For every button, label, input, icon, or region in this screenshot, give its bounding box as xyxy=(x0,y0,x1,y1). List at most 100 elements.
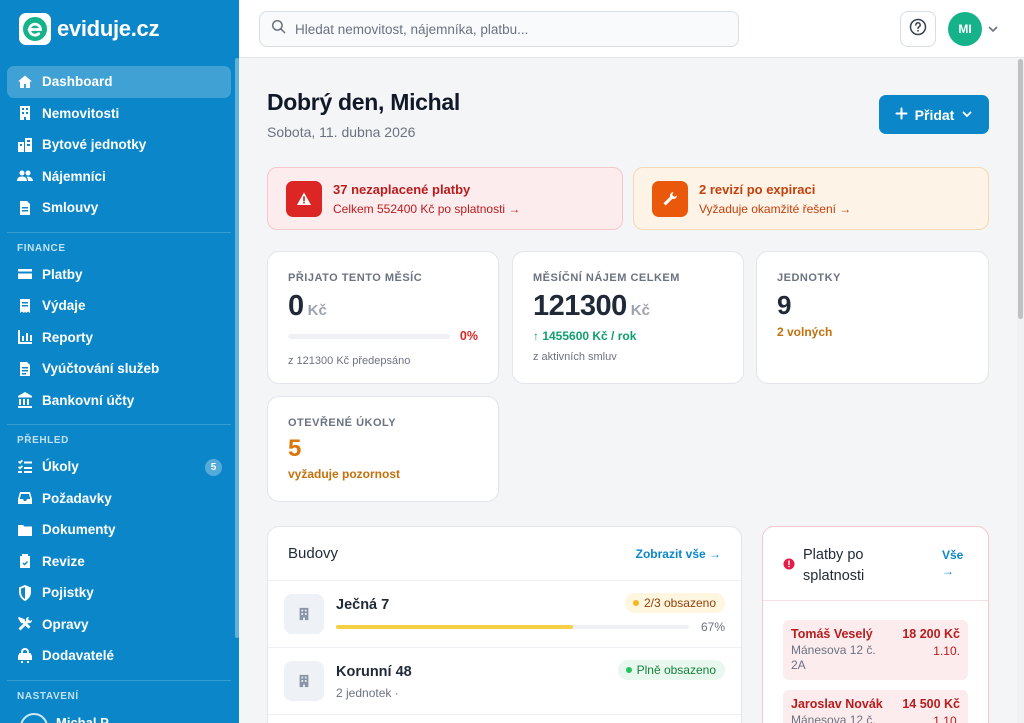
stat-label: PŘIJATO TENTO MĚSÍC xyxy=(288,272,423,284)
apartment-icon xyxy=(16,136,33,153)
stat-value: 5 xyxy=(288,435,301,462)
sidebar-item-bankovni-ucty[interactable]: Bankovní účty xyxy=(7,385,231,417)
sidebar-item-pozadavky[interactable]: Požadavky xyxy=(7,483,231,515)
tasks-count-badge: 5 xyxy=(205,459,222,476)
sidebar-item-label: Dokumenty xyxy=(42,522,116,538)
tasks-note: vyžaduje pozornost xyxy=(288,467,401,481)
unpaid-payments-alert[interactable]: 37 nezaplacené platby Celkem 552400 Kč p… xyxy=(267,167,623,230)
invoice-icon xyxy=(16,360,33,377)
building-row[interactable]: Ječná 7 2/3 obsazeno 67% xyxy=(268,581,741,648)
sidebar-nav: Dashboard Nemovitosti Bytové jednotky Ná… xyxy=(0,58,239,707)
view-all-link[interactable]: Vše → xyxy=(942,547,968,579)
overdue-payment-item[interactable]: Jaroslav Novák Mánesova 12 č. 14 500 Kč … xyxy=(783,690,968,723)
sidebar-user-avatar[interactable] xyxy=(20,713,48,723)
stat-units: JEDNOTKY 9 2 volných xyxy=(756,251,989,384)
brand-logo[interactable]: eviduje.cz xyxy=(0,0,239,58)
sidebar-item-label: Reporty xyxy=(42,329,94,345)
sidebar-item-vydaje[interactable]: Výdaje xyxy=(7,290,231,322)
sidebar-item-dodavatele[interactable]: Dodavatelé xyxy=(7,640,231,672)
sidebar-item-label: Výdaje xyxy=(42,298,86,314)
bank-icon xyxy=(16,392,33,409)
building-name: Ječná 7 xyxy=(336,597,390,613)
warning-icon xyxy=(286,180,322,217)
tenant-address: Mánesova 12 č. 2A xyxy=(791,643,876,672)
truck-icon xyxy=(16,647,33,664)
sidebar-item-platby[interactable]: Platby xyxy=(7,259,231,291)
nav-section-prehled: PŘEHLED xyxy=(7,424,231,451)
sidebar-item-ukoly[interactable]: Úkoly 5 xyxy=(7,451,231,483)
scrollbar-thumb[interactable] xyxy=(1018,59,1023,319)
user-avatar[interactable]: MI xyxy=(948,12,982,46)
sidebar-item-label: Úkoly xyxy=(42,459,79,475)
chevron-down-icon[interactable] xyxy=(987,22,999,40)
add-button[interactable]: Přidat xyxy=(879,95,989,134)
dashboard-main: Dobrý den, Michal Sobota, 11. dubna 2026… xyxy=(239,59,1017,723)
question-icon xyxy=(909,18,927,41)
wrench-icon xyxy=(652,180,688,217)
sidebar-item-label: Platby xyxy=(42,266,83,282)
sidebar-item-revize[interactable]: Revize xyxy=(7,546,231,578)
expired-revisions-alert[interactable]: 2 revizí po expiraci Vyžaduje okamžité ř… xyxy=(633,167,989,230)
sidebar-item-label: Nájemníci xyxy=(42,168,106,184)
search-input[interactable] xyxy=(295,21,715,37)
occupancy-fill xyxy=(336,625,573,629)
home-icon xyxy=(16,73,33,90)
chart-icon xyxy=(16,329,33,346)
sidebar-item-label: Smlouvy xyxy=(42,200,99,216)
stat-value: 0 Kč xyxy=(288,290,327,322)
sidebar-item-bytove-jednotky[interactable]: Bytové jednotky xyxy=(7,129,231,161)
sidebar-item-smlouvy[interactable]: Smlouvy xyxy=(7,192,231,224)
sidebar-item-label: Revize xyxy=(42,553,85,569)
alert-link[interactable]: Celkem 552400 Kč po splatnosti → xyxy=(333,202,520,216)
search-box[interactable] xyxy=(259,11,739,47)
sidebar-item-nemovitosti[interactable]: Nemovitosti xyxy=(7,98,231,130)
sidebar-item-label: Pojistky xyxy=(42,585,94,601)
sidebar-item-label: Opravy xyxy=(42,616,89,632)
stat-note: z 121300 Kč předepsáno xyxy=(288,355,411,367)
building-icon xyxy=(284,661,324,701)
page-title: Dobrý den, Michal xyxy=(267,89,460,115)
sidebar-item-label: Dashboard xyxy=(42,74,113,90)
stat-monthly-rent: MĚSÍČNÍ NÁJEM CELKEM 121300 Kč ↑ 1455600 … xyxy=(512,251,744,384)
folder-icon xyxy=(16,521,33,538)
sidebar-item-label: Bytové jednotky xyxy=(42,137,147,153)
stat-unit: Kč xyxy=(630,302,650,319)
stat-label: OTEVŘENÉ ÚKOLY xyxy=(288,417,397,429)
building-row[interactable]: Korunní 48 2 jednotek · Plně obsazeno xyxy=(268,648,741,715)
sidebar-item-pojistky[interactable]: Pojistky xyxy=(7,577,231,609)
payment-amount: 14 500 Kč xyxy=(902,697,960,711)
alert-title: 2 revizí po expiraci xyxy=(699,181,816,197)
nav-section-finance: FINANCE xyxy=(7,231,231,259)
plus-icon xyxy=(895,107,908,123)
sidebar-item-label: Bankovní účty xyxy=(42,392,135,408)
tasks-icon xyxy=(16,458,33,475)
sidebar-item-dashboard[interactable]: Dashboard xyxy=(7,66,231,98)
buildings-card: Budovy Zobrazit vše → Ječná 7 2/3 obsaze… xyxy=(267,526,742,723)
nav-section-nastaveni: NASTAVENÍ xyxy=(7,679,231,707)
view-all-link[interactable]: Zobrazit vše → xyxy=(636,547,721,561)
main-scrollbar[interactable] xyxy=(1017,59,1024,723)
sidebar-item-label: Požadavky xyxy=(42,490,112,506)
inbox-icon xyxy=(16,490,33,507)
stat-unit: Kč xyxy=(307,302,327,319)
brand-name: eviduje.cz xyxy=(57,16,160,41)
sidebar: eviduje.cz Dashboard Nemovitosti Bytové … xyxy=(0,0,239,723)
overdue-payment-item[interactable]: Tomáš Veselý Mánesova 12 č. 2A 18 200 Kč… xyxy=(783,620,968,680)
sidebar-item-vyuctovani-sluzeb[interactable]: Vyúčtování služeb xyxy=(7,353,231,385)
help-button[interactable] xyxy=(900,11,936,47)
stat-note: z aktivních smluv xyxy=(533,351,617,363)
sidebar-user-name: Michal P xyxy=(56,715,109,723)
chevron-down-icon xyxy=(961,107,973,123)
payment-amount: 18 200 Kč xyxy=(902,627,960,641)
occupancy-percent: 67% xyxy=(700,620,725,634)
sidebar-item-opravy[interactable]: Opravy xyxy=(7,609,231,641)
shield-icon xyxy=(16,584,33,601)
stat-value: 9 xyxy=(777,290,791,320)
alert-link[interactable]: Vyžaduje okamžité řešení → xyxy=(699,202,851,216)
sidebar-item-najemnici[interactable]: Nájemníci xyxy=(7,161,231,193)
sidebar-item-reporty[interactable]: Reporty xyxy=(7,322,231,354)
sidebar-item-label: Dodavatelé xyxy=(42,648,115,664)
received-progress: 0% xyxy=(288,329,478,343)
sidebar-item-dokumenty[interactable]: Dokumenty xyxy=(7,514,231,546)
clipboard-icon xyxy=(16,553,33,570)
